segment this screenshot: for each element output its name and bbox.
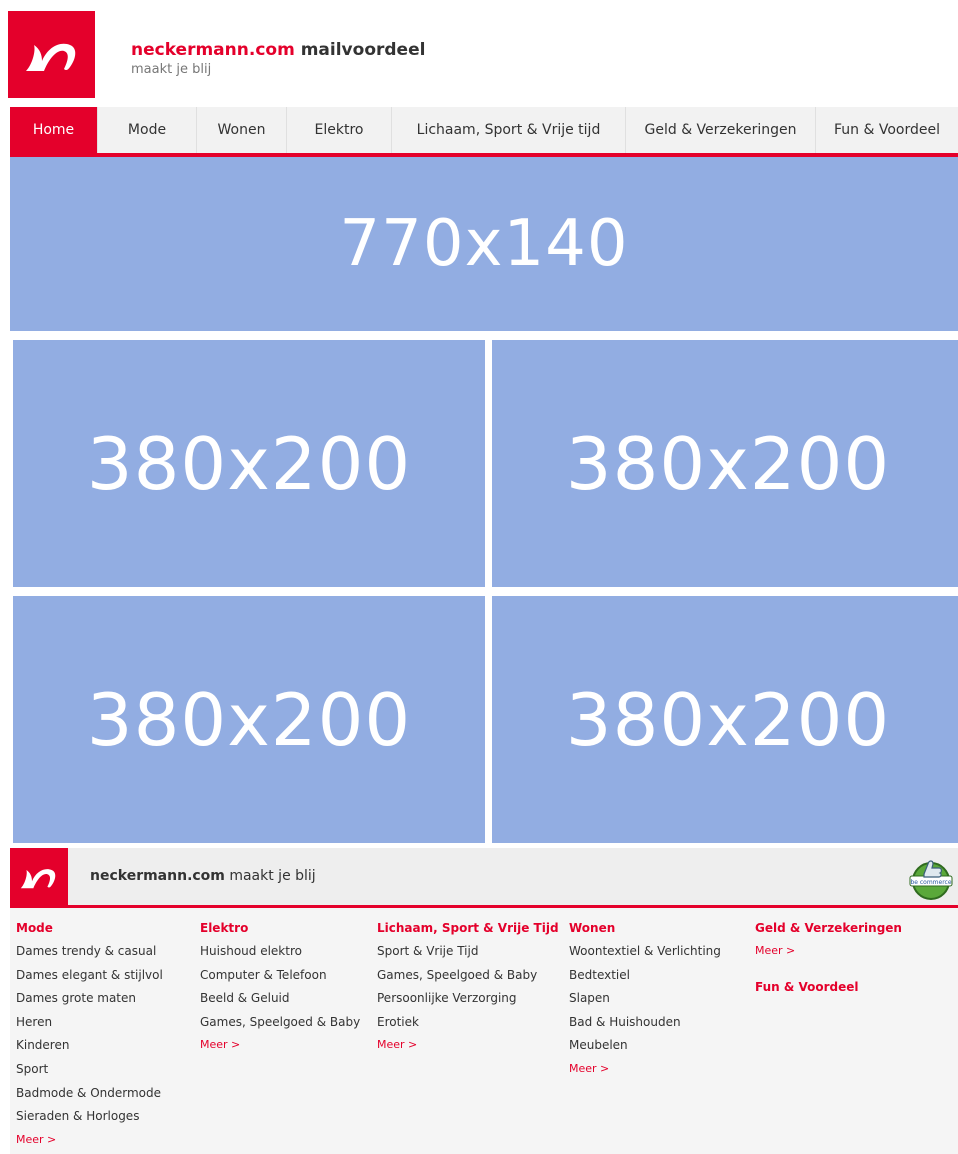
column-title[interactable]: Wonen	[569, 920, 721, 943]
column-title[interactable]: Mode	[16, 920, 163, 943]
footer-tagline: maakt je blij	[224, 868, 316, 884]
footer-link[interactable]: Dames trendy & casual	[16, 943, 163, 967]
footer-column-lichaam: Lichaam, Sport & Vrije Tijd Sport & Vrij…	[377, 920, 559, 1061]
footer-link[interactable]: Bedtextiel	[569, 967, 721, 991]
main-nav: Home Mode Wonen Elektro Lichaam, Sport &…	[10, 107, 958, 155]
neckermann-logo[interactable]	[8, 11, 95, 98]
footer-link[interactable]: Games, Speelgoed & Baby	[200, 1014, 360, 1038]
nav-item-elektro[interactable]: Elektro	[287, 107, 392, 153]
banner-tile-3[interactable]: 380x200	[13, 596, 485, 843]
badge-label: be commerce	[910, 879, 951, 886]
footer-brand-name: neckermann.com	[90, 868, 225, 884]
neckermann-n-icon	[25, 43, 75, 71]
column-title[interactable]: Geld & Verzekeringen	[755, 920, 902, 943]
footer-link[interactable]: Computer & Telefoon	[200, 967, 360, 991]
nav-item-fun[interactable]: Fun & Voordeel	[816, 107, 958, 153]
brand-suffix: mailvoordeel	[294, 40, 426, 60]
column-title[interactable]: Elektro	[200, 920, 360, 943]
footer-link[interactable]: Erotiek	[377, 1014, 559, 1038]
nav-item-lichaam[interactable]: Lichaam, Sport & Vrije tijd	[392, 107, 626, 153]
footer-link[interactable]: Dames elegant & stijlvol	[16, 967, 163, 991]
footer-link[interactable]: Heren	[16, 1014, 163, 1038]
footer-link[interactable]: Slapen	[569, 990, 721, 1014]
footer-column-elektro: Elektro Huishoud elektro Computer & Tele…	[200, 920, 360, 1061]
nav-item-wonen[interactable]: Wonen	[197, 107, 287, 153]
brand-tagline: maakt je blij	[131, 62, 212, 77]
column-title[interactable]: Lichaam, Sport & Vrije Tijd	[377, 920, 559, 943]
footer-link[interactable]: Sieraden & Horloges	[16, 1108, 163, 1132]
nav-item-home[interactable]: Home	[10, 107, 98, 153]
footer-link[interactable]: Kinderen	[16, 1037, 163, 1061]
column-title-fun[interactable]: Fun & Voordeel	[755, 979, 902, 1002]
footer-link[interactable]: Bad & Huishouden	[569, 1014, 721, 1038]
footer-link[interactable]: Huishoud elektro	[200, 943, 360, 967]
footer-column-mode: Mode Dames trendy & casual Dames elegant…	[16, 920, 163, 1154]
footer-brand-text: neckermann.com maakt je blij	[90, 868, 316, 884]
becommerce-thumbs-up-icon[interactable]: be commerce	[906, 852, 956, 902]
meer-link[interactable]: Meer >	[377, 1037, 559, 1061]
footer-logo[interactable]	[10, 848, 68, 906]
banner-tile-2[interactable]: 380x200	[492, 340, 958, 587]
banner-tile-4[interactable]: 380x200	[492, 596, 958, 843]
brand-name: neckermann.com	[131, 40, 295, 60]
footer-column-geld: Geld & Verzekeringen Meer > Fun & Voorde…	[755, 920, 902, 1002]
nav-item-geld[interactable]: Geld & Verzekeringen	[626, 107, 816, 153]
meer-link[interactable]: Meer >	[16, 1132, 163, 1154]
meer-link[interactable]: Meer >	[200, 1037, 360, 1061]
footer-link[interactable]: Badmode & Ondermode	[16, 1085, 163, 1109]
footer-link[interactable]: Sport & Vrije Tijd	[377, 943, 559, 967]
footer-link[interactable]: Beeld & Geluid	[200, 990, 360, 1014]
footer-link[interactable]: Dames grote maten	[16, 990, 163, 1014]
nav-item-mode[interactable]: Mode	[98, 107, 197, 153]
top-banner-placeholder[interactable]: 770x140	[10, 157, 958, 331]
brand-title: neckermann.com mailvoordeel	[131, 40, 425, 60]
footer-link[interactable]: Games, Speelgoed & Baby	[377, 967, 559, 991]
footer-link[interactable]: Sport	[16, 1061, 163, 1085]
footer-bar: neckermann.com maakt je blij be commerce	[10, 848, 958, 906]
banner-tile-1[interactable]: 380x200	[13, 340, 485, 587]
meer-link[interactable]: Meer >	[569, 1061, 721, 1085]
footer-link[interactable]: Woontextiel & Verlichting	[569, 943, 721, 967]
footer-link[interactable]: Meubelen	[569, 1037, 721, 1061]
footer-link[interactable]: Persoonlijke Verzorging	[377, 990, 559, 1014]
footer-column-wonen: Wonen Woontextiel & Verlichting Bedtexti…	[569, 920, 721, 1085]
neckermann-n-icon	[20, 869, 56, 889]
meer-link[interactable]: Meer >	[755, 943, 902, 967]
footer-link-columns: Mode Dames trendy & casual Dames elegant…	[10, 908, 958, 1154]
email-header: neckermann.com mailvoordeel maakt je bli…	[0, 0, 958, 106]
